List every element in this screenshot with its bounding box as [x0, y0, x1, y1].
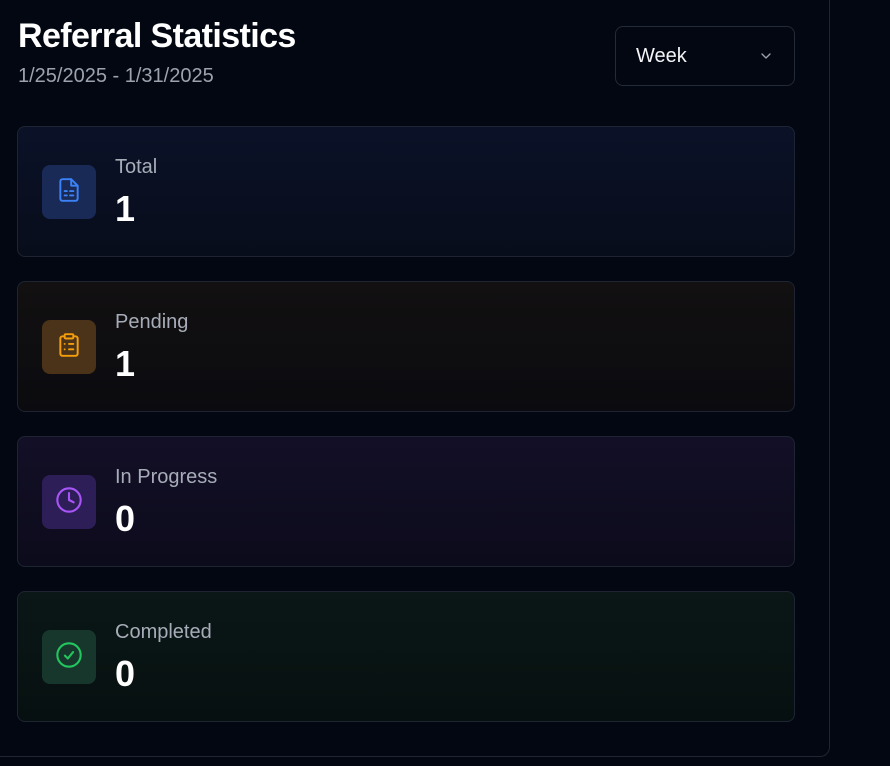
page-title: Referral Statistics — [18, 17, 296, 55]
date-range: 1/25/2025 - 1/31/2025 — [18, 65, 214, 87]
clipboard-list-icon — [56, 332, 82, 363]
stat-value: 0 — [115, 653, 136, 694]
stat-card-pending: Pending 1 — [17, 281, 795, 412]
stat-label: Completed — [115, 621, 212, 643]
stat-icon-box — [42, 630, 96, 684]
period-select-value: Week — [636, 44, 687, 67]
stat-icon-box — [42, 475, 96, 529]
stat-icon-box — [42, 165, 96, 219]
check-circle-icon — [55, 641, 83, 674]
stat-value: 1 — [115, 343, 136, 384]
stat-value: 1 — [115, 188, 136, 229]
stat-value: 0 — [115, 498, 136, 539]
chevron-down-icon — [758, 48, 774, 64]
stat-label: In Progress — [115, 466, 218, 488]
clock-icon — [55, 486, 83, 519]
stat-card-total: Total 1 — [17, 126, 795, 257]
stat-icon-box — [42, 320, 96, 374]
stat-card-completed: Completed 0 — [17, 591, 795, 722]
period-select[interactable]: Week — [615, 26, 795, 86]
stat-card-in-progress: In Progress 0 — [17, 436, 795, 567]
document-icon — [56, 177, 82, 208]
header: Referral Statistics 1/25/2025 - 1/31/202… — [18, 16, 296, 90]
stat-label: Pending — [115, 311, 189, 333]
stat-label: Total — [115, 156, 158, 178]
